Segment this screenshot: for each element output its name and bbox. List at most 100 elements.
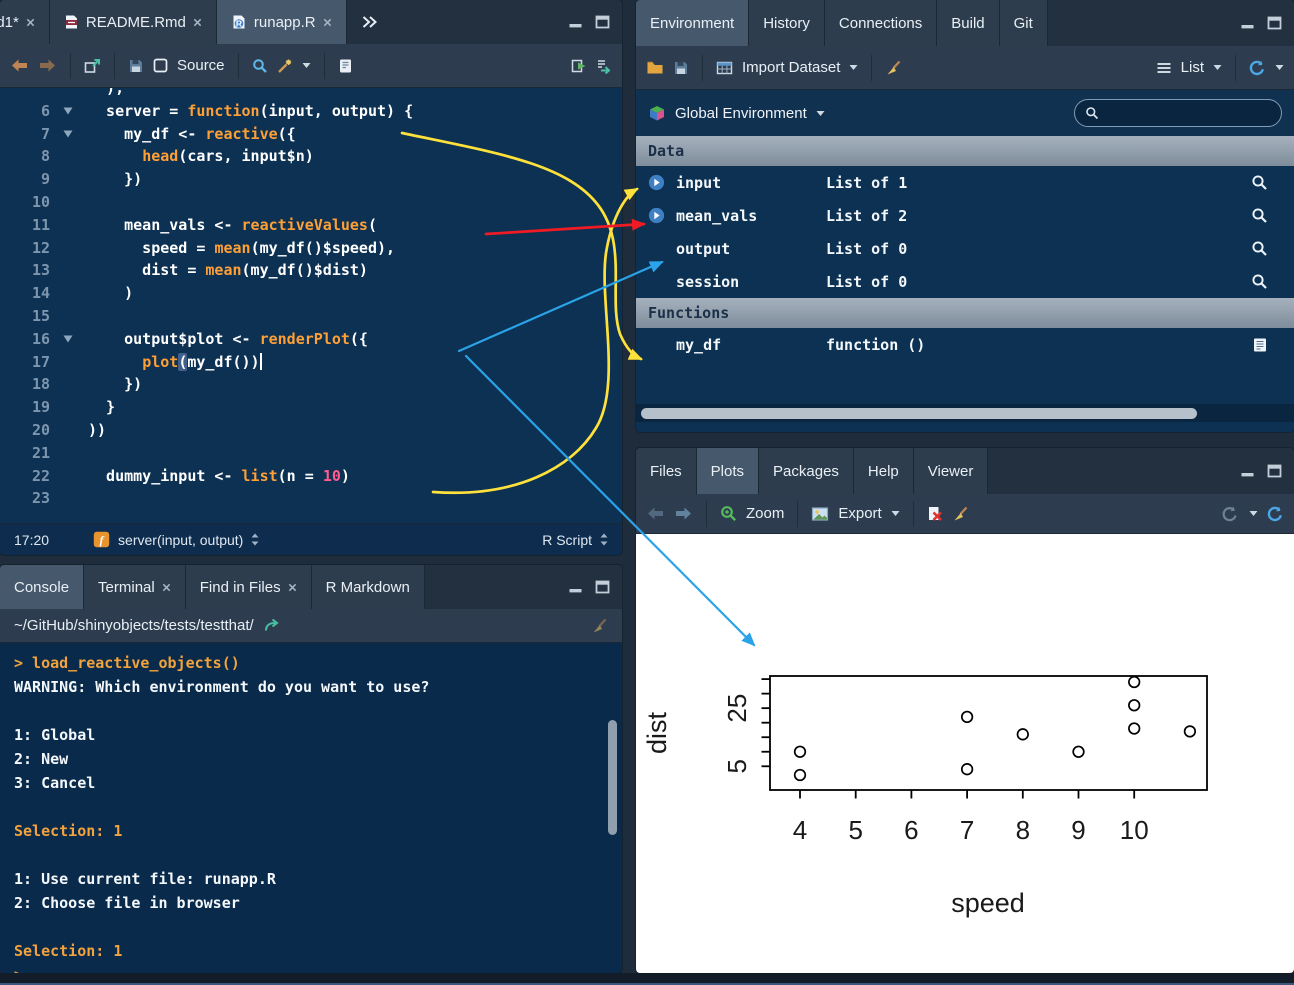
forward-icon[interactable] bbox=[38, 58, 57, 73]
env-row-mean-vals[interactable]: mean_valsList of 2 bbox=[636, 199, 1294, 232]
tab-build[interactable]: Build bbox=[937, 0, 999, 46]
tab-connections[interactable]: Connections bbox=[825, 0, 937, 46]
refresh-plots-icon[interactable] bbox=[1267, 506, 1284, 522]
fold-toggle-icon[interactable] bbox=[56, 100, 80, 123]
tab-packages[interactable]: Packages bbox=[759, 448, 854, 494]
export-plot-icon[interactable] bbox=[811, 506, 829, 522]
clear-console-icon[interactable] bbox=[591, 618, 608, 634]
env-row-session[interactable]: sessionList of 0 bbox=[636, 265, 1294, 298]
maximize-pane-icon[interactable] bbox=[1267, 464, 1282, 478]
run-icon[interactable] bbox=[571, 58, 587, 74]
dropdown-caret-icon[interactable] bbox=[849, 64, 858, 71]
tab-files[interactable]: Files bbox=[636, 448, 697, 494]
tab-history[interactable]: History bbox=[749, 0, 825, 46]
load-workspace-icon[interactable] bbox=[646, 60, 664, 75]
y-tick-label: 5 bbox=[722, 759, 752, 773]
dropdown-caret-icon[interactable] bbox=[1275, 64, 1284, 71]
import-dataset-icon[interactable] bbox=[716, 60, 733, 76]
environment-selector-label[interactable]: Global Environment bbox=[675, 105, 807, 122]
close-tab-icon[interactable] bbox=[26, 18, 35, 27]
export-label[interactable]: Export bbox=[838, 505, 881, 522]
fold-toggle-icon[interactable] bbox=[56, 123, 80, 146]
tab-r-markdown[interactable]: R Markdown bbox=[312, 565, 425, 609]
view-function-icon[interactable] bbox=[1252, 337, 1268, 353]
environment-scrollbar[interactable] bbox=[641, 408, 1197, 419]
search-input[interactable] bbox=[1105, 105, 1271, 121]
inspect-object-icon[interactable] bbox=[1251, 174, 1268, 191]
previous-plot-icon[interactable] bbox=[646, 506, 665, 521]
dropdown-caret-icon[interactable] bbox=[816, 110, 825, 117]
maximize-pane-icon[interactable] bbox=[595, 15, 610, 29]
remove-plot-icon[interactable] bbox=[927, 506, 943, 522]
tab-help[interactable]: Help bbox=[854, 448, 914, 494]
source-on-save-checkbox[interactable] bbox=[153, 58, 168, 73]
minimize-pane-icon[interactable] bbox=[1240, 464, 1255, 478]
text-cursor bbox=[260, 353, 262, 370]
env-row-my-df[interactable]: my_dffunction () bbox=[636, 328, 1294, 361]
expand-toggle-icon[interactable] bbox=[648, 207, 676, 224]
tab-label: Find in Files bbox=[200, 579, 281, 596]
environment-pane: EnvironmentHistoryConnectionsBuildGit Im… bbox=[636, 0, 1294, 432]
dropdown-caret-icon[interactable] bbox=[891, 510, 900, 517]
maximize-pane-icon[interactable] bbox=[595, 580, 610, 594]
close-tab-icon[interactable] bbox=[193, 18, 202, 27]
tab-overflow-chevron-icon[interactable] bbox=[361, 0, 377, 44]
tab-ed1[interactable]: ed1* bbox=[0, 0, 50, 44]
save-icon[interactable] bbox=[128, 58, 144, 74]
tab-runapp-r[interactable]: Rrunapp.R bbox=[217, 0, 347, 44]
minimize-pane-icon[interactable] bbox=[1240, 16, 1255, 30]
code-editor[interactable]: ),6 server = function(input, output) {7 … bbox=[0, 88, 622, 523]
minimize-pane-icon[interactable] bbox=[568, 15, 583, 29]
close-tab-icon[interactable] bbox=[162, 583, 171, 592]
source-script-icon[interactable] bbox=[596, 58, 612, 74]
tab-plots[interactable]: Plots bbox=[697, 448, 759, 494]
minimize-pane-icon[interactable] bbox=[568, 580, 583, 594]
close-tab-icon[interactable] bbox=[323, 18, 332, 27]
refresh-icon[interactable] bbox=[1249, 60, 1266, 76]
import-dataset-label[interactable]: Import Dataset bbox=[742, 59, 840, 76]
tab-environment[interactable]: Environment bbox=[636, 0, 749, 46]
find-replace-icon[interactable] bbox=[252, 58, 268, 74]
expand-toggle-icon[interactable] bbox=[648, 174, 676, 191]
save-workspace-icon[interactable] bbox=[673, 60, 689, 76]
rmd-file-icon bbox=[64, 14, 79, 30]
inspect-object-icon[interactable] bbox=[1251, 240, 1268, 257]
env-row-output[interactable]: outputList of 0 bbox=[636, 232, 1294, 265]
zoom-label[interactable]: Zoom bbox=[746, 505, 784, 522]
fold-toggle-icon[interactable] bbox=[56, 328, 80, 351]
list-view-label[interactable]: List bbox=[1181, 59, 1204, 76]
publish-icon[interactable] bbox=[1220, 505, 1240, 522]
function-scope-selector[interactable]: f server(input, output) bbox=[93, 531, 259, 548]
code-tools-icon[interactable] bbox=[277, 58, 293, 74]
tab-terminal[interactable]: Terminal bbox=[84, 565, 186, 609]
inspect-object-icon[interactable] bbox=[1251, 207, 1268, 224]
cursor-position[interactable]: 17:20 bbox=[14, 532, 49, 548]
back-icon[interactable] bbox=[10, 58, 29, 73]
clear-objects-icon[interactable] bbox=[885, 60, 902, 76]
clear-all-plots-icon[interactable] bbox=[952, 506, 969, 522]
dropdown-caret-icon[interactable] bbox=[1249, 510, 1258, 517]
console-scrollbar[interactable] bbox=[608, 720, 617, 835]
zoom-icon[interactable] bbox=[720, 505, 737, 522]
console-output-line: 1: Use current file: runapp.R bbox=[14, 867, 622, 891]
open-in-new-window-icon[interactable] bbox=[84, 58, 101, 74]
console-output[interactable]: > load_reactive_objects()WARNING: Which … bbox=[0, 643, 622, 973]
dropdown-caret-icon[interactable] bbox=[1213, 64, 1222, 71]
env-row-input[interactable]: inputList of 1 bbox=[636, 166, 1294, 199]
maximize-pane-icon[interactable] bbox=[1267, 16, 1282, 30]
tab-git[interactable]: Git bbox=[1000, 0, 1048, 46]
file-type-selector[interactable]: R Script bbox=[542, 532, 608, 548]
console-pathbar: ~/GitHub/shinyobjects/tests/testthat/ bbox=[0, 609, 622, 643]
tab-label: ed1* bbox=[0, 14, 19, 31]
dropdown-caret-icon[interactable] bbox=[302, 62, 311, 69]
tab-find-in-files[interactable]: Find in Files bbox=[186, 565, 312, 609]
close-tab-icon[interactable] bbox=[288, 583, 297, 592]
list-view-icon[interactable] bbox=[1156, 61, 1172, 75]
tab-console[interactable]: Console bbox=[0, 565, 84, 609]
goto-directory-icon[interactable] bbox=[264, 619, 281, 632]
next-plot-icon[interactable] bbox=[674, 506, 693, 521]
compile-notebook-icon[interactable] bbox=[338, 58, 353, 74]
tab-readme-rmd[interactable]: README.Rmd bbox=[50, 0, 217, 44]
inspect-object-icon[interactable] bbox=[1251, 273, 1268, 290]
tab-viewer[interactable]: Viewer bbox=[914, 448, 989, 494]
